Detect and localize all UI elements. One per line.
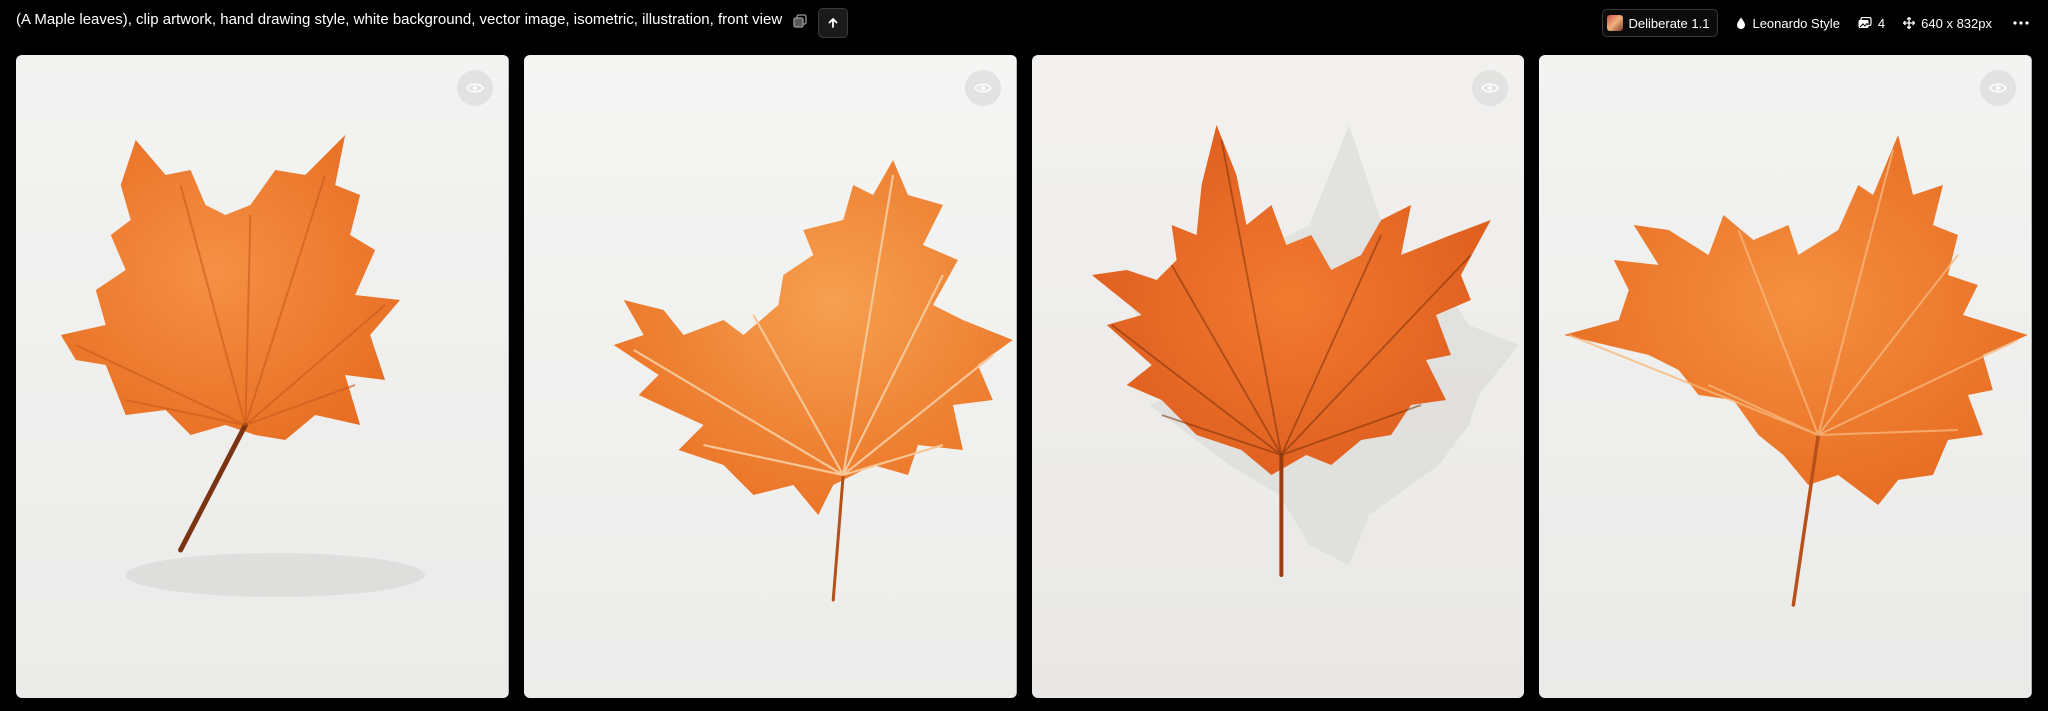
arrow-up-icon (828, 18, 838, 28)
eye-icon (465, 83, 484, 93)
model-name: Deliberate 1.1 (1628, 15, 1710, 31)
generated-image-4[interactable] (1539, 55, 2032, 698)
more-dots-icon (2013, 21, 2029, 25)
generated-image-1[interactable] (16, 55, 509, 698)
prompt-text: (A Maple leaves), clip artwork, hand dra… (16, 11, 783, 28)
maple-leaf-image (1539, 55, 2032, 698)
more-options-button[interactable] (2010, 21, 2032, 25)
eye-icon (1481, 83, 1500, 93)
maple-leaf-image (523, 55, 1017, 698)
drop-icon (1737, 17, 1746, 29)
top-bar: (A Maple leaves), clip artwork, hand dra… (0, 0, 2048, 46)
view-image-button[interactable] (964, 70, 1001, 106)
eye-icon (1989, 83, 2007, 93)
view-image-button[interactable] (1980, 70, 2016, 106)
image-gallery (16, 55, 2032, 698)
images-icon (1858, 17, 1872, 28)
generated-image-3[interactable] (1031, 55, 1525, 698)
style-name: Leonardo Style (1752, 15, 1840, 31)
copy-icon (793, 14, 807, 28)
move-arrows-icon (1903, 17, 1916, 29)
model-chip[interactable]: Deliberate 1.1 (1601, 9, 1719, 37)
generation-meta: Deliberate 1.1 Leonardo Style 4 640 x 83… (1601, 9, 2032, 37)
maple-leaf-image (1031, 55, 1525, 698)
maple-leaf-image (16, 55, 509, 698)
image-count-info: 4 (1858, 16, 1885, 31)
view-image-button[interactable] (1472, 70, 1509, 106)
reuse-prompt-button[interactable] (818, 8, 848, 38)
dimensions-info: 640 x 832px (1903, 16, 1992, 31)
generated-image-2[interactable] (523, 55, 1017, 698)
copy-prompt-button[interactable] (790, 11, 810, 31)
model-thumbnail (1606, 15, 1623, 31)
view-image-button[interactable] (456, 70, 493, 106)
style-info: Leonardo Style (1736, 15, 1840, 31)
image-count: 4 (1877, 15, 1886, 31)
eye-icon (973, 83, 992, 93)
image-dimensions: 640 x 832px (1921, 15, 1992, 31)
